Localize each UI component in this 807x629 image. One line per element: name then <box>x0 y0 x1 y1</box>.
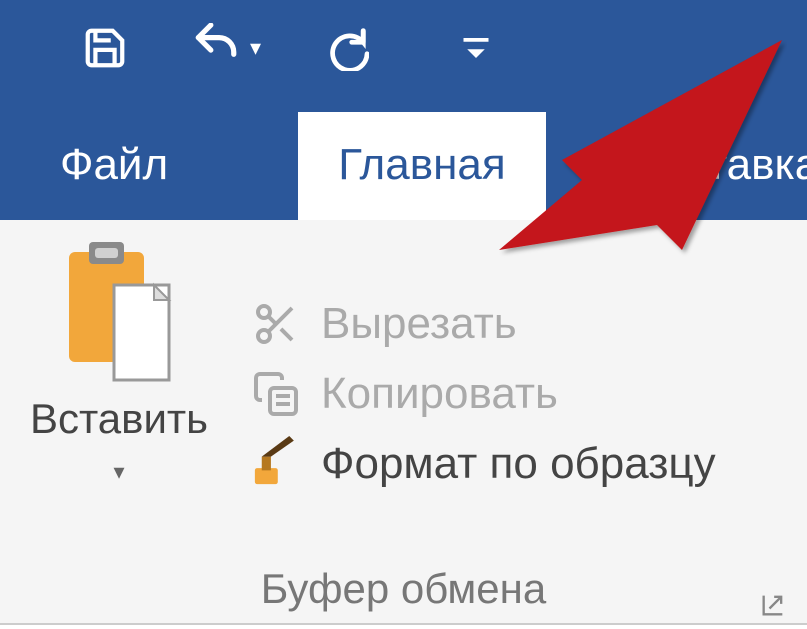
format-painter-label: Формат по образцу <box>321 439 716 489</box>
cut-button[interactable]: Вырезать <box>248 296 716 351</box>
cut-label: Вырезать <box>321 299 517 349</box>
dialog-launcher-icon <box>759 591 787 619</box>
copy-icon <box>248 366 303 421</box>
tab-file[interactable]: Файл <box>0 112 228 220</box>
undo-dropdown-icon[interactable]: ▾ <box>250 35 261 61</box>
undo-icon <box>190 23 240 73</box>
format-painter-button[interactable]: Формат по образцу <box>248 436 716 491</box>
clipboard-dialog-launcher[interactable] <box>759 581 789 611</box>
quick-access-toolbar: ▾ <box>0 0 807 95</box>
copy-button[interactable]: Копировать <box>248 366 716 421</box>
save-icon <box>82 25 128 71</box>
redo-button[interactable] <box>321 23 371 73</box>
undo-button[interactable] <box>190 23 240 73</box>
customize-qat-button[interactable] <box>451 23 501 73</box>
paintbrush-icon <box>248 436 303 491</box>
save-button[interactable] <box>80 23 130 73</box>
redo-icon <box>323 25 369 71</box>
clipboard-group-label: Буфер обмена <box>261 565 546 613</box>
tab-insert[interactable]: Вставка <box>616 112 807 220</box>
paste-dropdown-icon[interactable]: ▾ <box>113 459 124 485</box>
tab-home[interactable]: Главная <box>298 112 545 220</box>
ribbon-tabs: Файл Главная Вставка <box>0 95 807 220</box>
ribbon-home: Вставить ▾ Вырезать <box>0 220 807 625</box>
copy-label: Копировать <box>321 369 558 419</box>
scissors-icon <box>248 296 303 351</box>
paste-label: Вставить <box>30 395 208 443</box>
paste-icon <box>59 240 179 385</box>
paste-button[interactable]: Вставить ▾ <box>0 220 238 557</box>
clipboard-actions: Вырезать Копировать <box>238 220 716 557</box>
customize-icon <box>461 33 491 63</box>
